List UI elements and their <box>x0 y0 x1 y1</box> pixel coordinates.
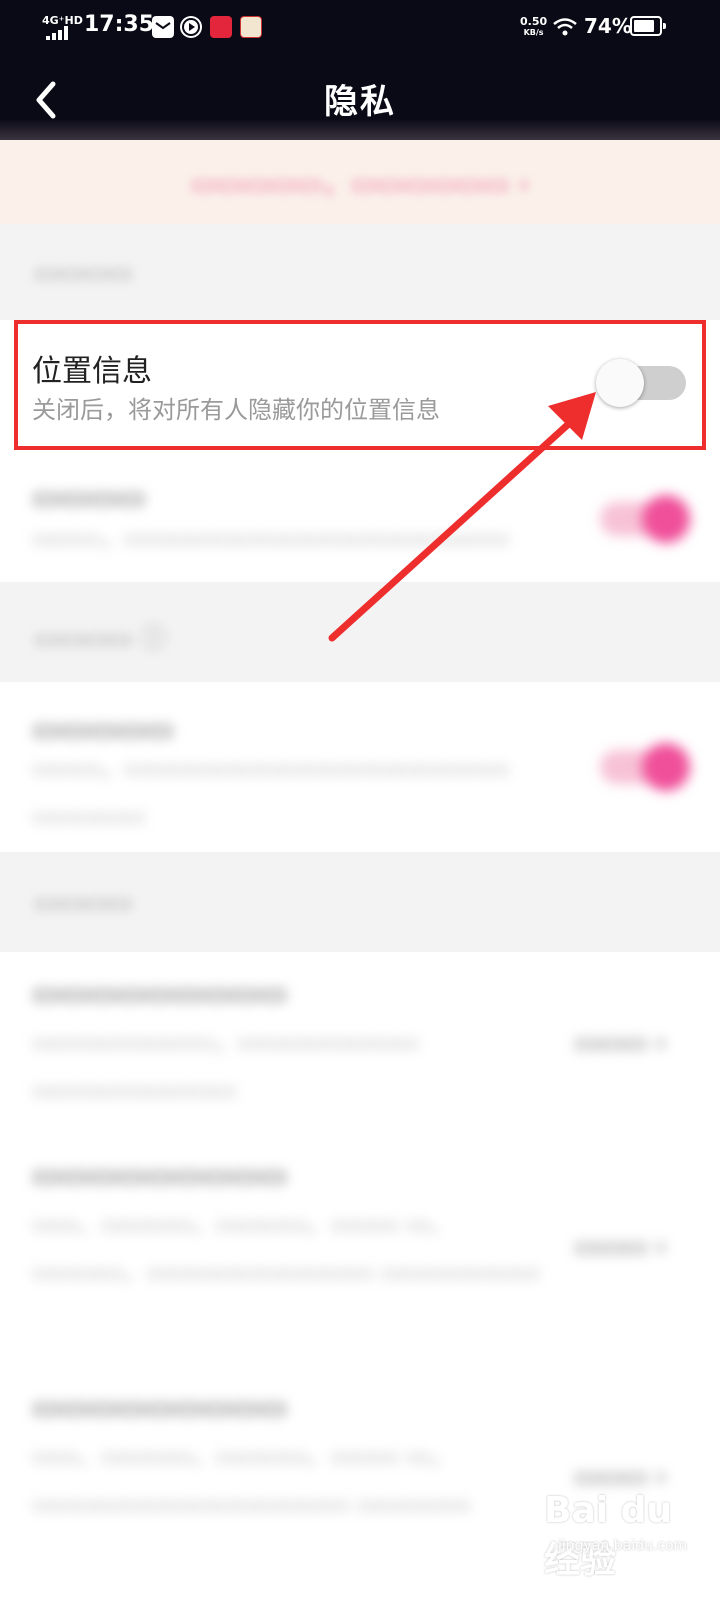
section-header-blurred-text: ▭▭▭▭ <box>34 258 133 288</box>
location-setting-title: 位置信息 <box>32 354 152 389</box>
blurred-row-description: ▭▭▭，▭▭▭▭▭▭▭▭▭▭▭▭▭▭▭▭▭ <box>32 524 510 552</box>
video-app-icon <box>180 16 202 38</box>
promo-banner-blurred-text: ▭▭▭▭▭，▭▭▭▭▭▭ › <box>190 167 530 200</box>
blurred-row-title: ▭▭▭▭▭ <box>32 712 174 747</box>
net-speed-value: 0.50 <box>520 15 548 28</box>
section-header-blurred-text: ▭▭▭▭ <box>34 888 133 918</box>
clock: 17:35 <box>84 12 155 37</box>
blurred-toggle[interactable] <box>600 743 690 791</box>
signal-icon <box>46 26 74 40</box>
wifi-icon <box>552 16 578 38</box>
watermark-brand: Bai du 经验 <box>544 1490 673 1581</box>
news-app-icon <box>210 16 232 38</box>
battery-icon <box>630 16 666 36</box>
blurred-toggle[interactable] <box>600 495 690 543</box>
section-header-blurred: ▭▭▭▭ <box>0 852 720 952</box>
blurred-row-description: ▭▭、▭▭▭▭、▭▭▭▭、▭▭▭ ▭、▭▭▭▭、▭▭▭▭▭▭▭▭▭▭ ▭▭▭▭▭… <box>32 1210 540 1286</box>
net-speed-unit: KB/s <box>523 28 544 37</box>
blurred-row-title: ▭▭▭▭ <box>32 480 146 515</box>
game-app-icon <box>240 16 262 38</box>
blurred-row-title: ▭▭▭▭▭▭▭▭▭ <box>32 976 288 1011</box>
toggle-knob <box>596 359 644 407</box>
location-setting-description: 关闭后，将对所有人隐藏你的位置信息 <box>32 396 440 424</box>
mail-notification-icon <box>152 16 174 38</box>
section-header-blurred: ▭▭▭▭ ⓘ <box>0 582 720 682</box>
blurred-row-description: ▭▭▭▭▭▭▭▭，▭▭▭▭▭▭▭▭ ▭▭▭▭▭▭▭▭▭ <box>32 1028 419 1104</box>
blurred-row-description: ▭▭、▭▭▭▭、▭▭▭▭、▭▭▭ ▭，▭▭▭▭▭▭▭▭▭▭▭▭▭▭ ▭▭▭▭▭ <box>32 1442 471 1518</box>
blurred-status[interactable]: ▭▭▭ › <box>574 1028 666 1058</box>
top-bar: 4G⁺HD 17:35 0.50 KB/s 74% 隐私 <box>0 0 720 140</box>
blurred-status[interactable]: ▭▭▭ › <box>574 1232 666 1262</box>
blurred-status[interactable]: ▭▭▭ › <box>574 1462 666 1492</box>
section-header-blurred: ▭▭▭▭ <box>0 224 720 320</box>
blurred-row-title: ▭▭▭▭▭▭▭▭▭ <box>32 1390 288 1425</box>
toggle-knob <box>642 743 690 791</box>
status-bar: 4G⁺HD 17:35 0.50 KB/s 74% <box>0 0 720 56</box>
page-title: 隐私 <box>324 82 396 122</box>
watermark-domain: jingyan.baidu.com <box>558 1538 688 1554</box>
blurred-row-title: ▭▭▭▭▭▭▭▭▭ <box>32 1158 288 1193</box>
baidu-jingyan-watermark: Bai du 经验 jingyan.baidu.com <box>540 1490 710 1581</box>
battery-percent: 74% <box>584 14 632 38</box>
toggle-knob <box>642 495 690 543</box>
location-toggle[interactable] <box>596 359 686 407</box>
promo-banner[interactable]: ▭▭▭▭▭，▭▭▭▭▭▭ › <box>0 140 720 224</box>
blurred-row-description: ▭▭▭，▭▭▭▭▭▭▭▭▭▭▭▭▭▭▭▭▭ ▭▭▭▭▭ <box>32 754 510 830</box>
network-speed: 0.50 KB/s <box>520 16 547 38</box>
section-header-blurred-text: ▭▭▭▭ ⓘ <box>34 624 167 654</box>
